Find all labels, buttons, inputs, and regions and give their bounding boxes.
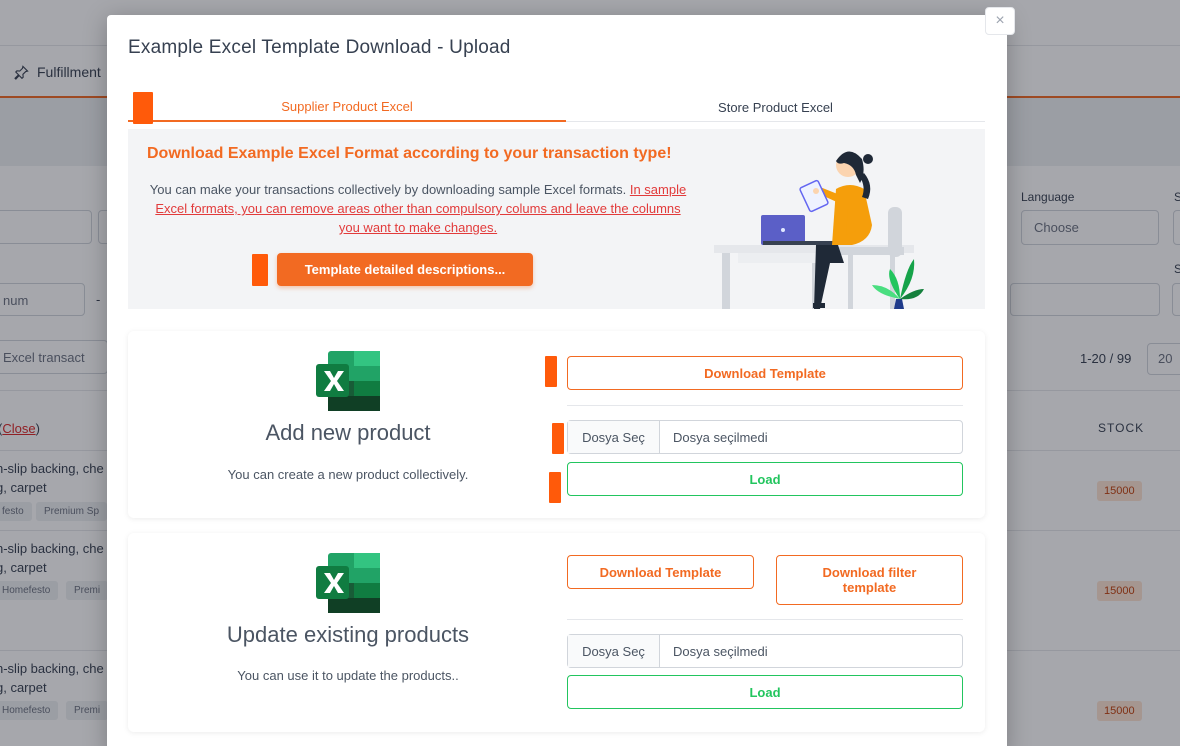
file-status: Dosya seçilmedi — [673, 429, 768, 445]
annotation-marker — [545, 356, 557, 387]
download-template-button[interactable]: Download Template — [567, 356, 963, 390]
info-text: You can make your transactions collectiv… — [148, 180, 688, 237]
file-picker[interactable]: Dosya Seç Dosya seçilmedi — [567, 420, 963, 454]
excel-icon — [316, 351, 380, 411]
choose-file-button[interactable]: Dosya Seç — [568, 421, 660, 453]
file-status: Dosya seçilmedi — [673, 643, 768, 659]
template-descriptions-button[interactable]: Template detailed descriptions... — [277, 253, 533, 286]
load-button[interactable]: Load — [567, 675, 963, 709]
card-title: Add new product — [265, 420, 431, 445]
download-filter-template-button[interactable]: Download filter template — [776, 555, 963, 605]
card-info: Add new product You can create a new pro… — [128, 331, 568, 518]
update-existing-products-card: Update existing products You can use it … — [128, 533, 985, 732]
info-banner: Download Example Excel Format according … — [128, 129, 985, 309]
tab-store-product-excel[interactable]: Store Product Excel — [566, 93, 985, 122]
annotation-marker — [552, 423, 564, 454]
card-description: You can create a new product collectivel… — [227, 467, 469, 482]
modal-tabs: Supplier Product Excel Store Product Exc… — [128, 93, 985, 122]
add-new-product-card: Add new product You can create a new pro… — [128, 331, 985, 518]
load-button[interactable]: Load — [567, 462, 963, 496]
file-picker[interactable]: Dosya Seç Dosya seçilmedi — [567, 634, 963, 668]
download-template-button[interactable]: Download Template — [567, 555, 754, 589]
annotation-marker — [549, 472, 561, 503]
tab-supplier-product-excel[interactable]: Supplier Product Excel — [128, 93, 566, 122]
card-divider — [567, 619, 963, 620]
annotation-marker — [133, 92, 153, 124]
info-text-plain: You can make your transactions collectiv… — [149, 182, 627, 197]
close-icon[interactable]: × — [985, 7, 1015, 35]
annotation-marker — [252, 254, 268, 286]
modal-title: Example Excel Template Download - Upload — [128, 37, 511, 58]
choose-file-button[interactable]: Dosya Seç — [568, 635, 660, 667]
woman-at-laptop-illustration — [714, 151, 924, 309]
card-divider — [567, 405, 963, 406]
card-title: Update existing products — [226, 622, 470, 647]
card-info: Update existing products You can use it … — [128, 533, 568, 732]
excel-template-modal: Example Excel Template Download - Upload… — [107, 15, 1007, 746]
info-heading: Download Example Excel Format according … — [147, 145, 672, 162]
card-description: You can use it to update the products.. — [237, 668, 459, 683]
excel-icon — [316, 553, 380, 613]
